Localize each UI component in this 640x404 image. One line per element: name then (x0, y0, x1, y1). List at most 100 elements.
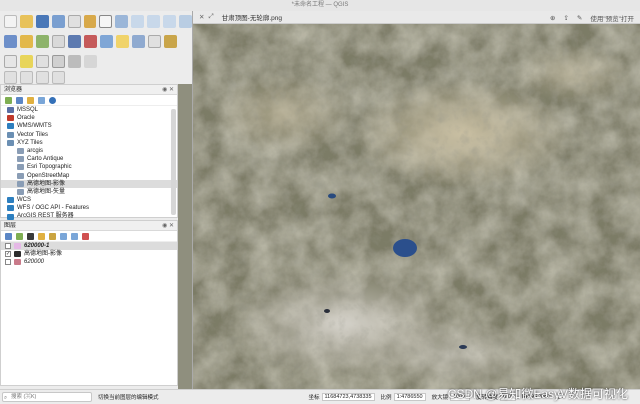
open-styling-icon[interactable] (5, 232, 12, 240)
attribute-table-icon[interactable] (52, 54, 65, 68)
coordinate-label: 坐标 (308, 395, 320, 401)
lake-qinghai (393, 239, 417, 257)
browser-item[interactable]: OpenStreetMap (1, 172, 177, 180)
panel-close-icon[interactable]: ◉ ✕ (162, 85, 174, 95)
layer-item[interactable]: ✓ 高德地图-影像 (1, 250, 177, 258)
remove-layer-icon[interactable] (82, 232, 89, 240)
browser-item-label: 高德地图-矢量 (27, 188, 65, 195)
browser-item[interactable]: WFS / OGC API - Features (1, 204, 177, 212)
browser-item[interactable]: Carto Antique (1, 155, 177, 163)
field-calculator-icon[interactable] (68, 54, 81, 68)
browser-item-label: WCS (17, 197, 31, 204)
browser-item-label: 高德地图-影像 (27, 180, 65, 187)
panel-close-icon[interactable]: ◉ ✕ (162, 221, 174, 231)
refresh-icon[interactable] (16, 96, 23, 104)
layer-visibility-checkbox[interactable] (5, 243, 11, 250)
browser-panel: 浏览器 ◉ ✕ MSSQL Oracle WMS/WMTS Vector Tiles X… (0, 84, 178, 220)
add-raster-icon[interactable] (36, 34, 49, 48)
layers-panel: 图层 ◉ ✕ 620000-1 ✓ 高德地图-影像 620000 (0, 220, 178, 386)
browser-item[interactable]: Vector Tiles (1, 131, 177, 139)
open-project-icon[interactable] (19, 14, 33, 28)
add-delimited-text-icon[interactable] (52, 34, 65, 48)
tile-icon (17, 188, 24, 195)
locator-search[interactable]: ⌕ 搜索 (⌘K) (2, 392, 92, 402)
add-group-icon[interactable] (16, 232, 23, 240)
browser-item[interactable]: MSSQL (1, 106, 177, 114)
collapse-all-icon[interactable] (71, 232, 78, 240)
label-tool-icon[interactable] (4, 70, 17, 84)
save-project-icon[interactable] (35, 14, 49, 28)
digitize-icon[interactable] (148, 34, 161, 48)
browser-scrollbar[interactable] (171, 109, 176, 215)
layer-visibility-checkbox[interactable] (5, 259, 11, 266)
layer-item[interactable]: 620000-1 (1, 242, 177, 251)
collapse-all-icon[interactable] (38, 96, 45, 104)
zoom-out-icon[interactable] (147, 14, 161, 28)
data-source-manager-icon[interactable] (4, 34, 17, 48)
browser-item[interactable]: WMS/WMTS (1, 122, 177, 130)
tile-icon (17, 156, 24, 163)
toggle-editing-icon[interactable] (116, 34, 129, 48)
expand-all-icon[interactable] (60, 232, 67, 240)
filter-icon[interactable] (27, 96, 34, 104)
select-features-icon[interactable] (20, 54, 33, 68)
identify-icon[interactable] (4, 54, 17, 68)
add-spatialite-icon[interactable] (68, 34, 81, 48)
measure-icon[interactable] (84, 54, 97, 68)
browser-item[interactable]: 高德地图-矢量 (1, 188, 177, 196)
markup-icon[interactable]: ✎ (577, 14, 582, 22)
style-manager-icon[interactable] (83, 14, 97, 28)
layer-tree: 620000-1 ✓ 高德地图-影像 620000 (1, 242, 177, 267)
oracle-icon (7, 115, 14, 122)
pan-to-selection-icon[interactable] (115, 14, 129, 28)
open-with-preview-button[interactable]: 使用"预览"打开 (590, 13, 634, 23)
browser-panel-title: 浏览器 (4, 87, 23, 93)
wcs-icon (7, 197, 14, 204)
browser-item[interactable]: 高德地图-影像 (1, 179, 177, 188)
add-wms-icon[interactable] (84, 34, 97, 48)
zoom-full-icon[interactable] (179, 14, 192, 28)
save-edits-icon[interactable] (132, 34, 145, 48)
browser-item[interactable]: Oracle (1, 114, 177, 122)
add-layer-icon[interactable] (5, 96, 12, 104)
search-icon: ⌕ (4, 395, 8, 401)
pan-hand-icon[interactable] (99, 14, 113, 28)
coordinate-field[interactable]: 11684723,4738335 (321, 393, 375, 401)
pin-label-icon[interactable] (20, 70, 33, 84)
add-virtual-layer-icon[interactable] (100, 34, 113, 48)
zoom-icon[interactable]: ⊕ (550, 14, 555, 22)
info-icon[interactable] (49, 96, 56, 104)
new-project-icon[interactable] (4, 14, 17, 28)
save-as-icon[interactable] (51, 14, 65, 28)
add-vector-icon[interactable] (20, 34, 33, 48)
filter-expression-icon[interactable] (49, 232, 56, 240)
status-message: 切换当前图层的编辑模式 (98, 395, 159, 401)
satellite-image (193, 24, 640, 389)
map-canvas[interactable] (178, 84, 192, 390)
browser-item-label: Carto Antique (27, 156, 64, 163)
scale-field[interactable]: 1:4786550 (393, 393, 426, 401)
preview-title: 甘肃顶图-无轮廓.png (221, 15, 282, 22)
rotate-label-icon[interactable] (36, 70, 49, 84)
manage-themes-icon[interactable] (27, 232, 34, 240)
terrain-detail (193, 24, 640, 389)
browser-item[interactable]: Esri Topographic (1, 163, 177, 171)
print-layout-icon[interactable] (67, 14, 81, 28)
zoom-native-icon[interactable] (163, 14, 177, 28)
layer-item[interactable]: 620000 (1, 258, 177, 266)
close-icon[interactable]: ✕ (199, 13, 204, 21)
change-label-icon[interactable] (52, 70, 65, 84)
browser-item-label: WFS / OGC API - Features (17, 205, 90, 212)
layer-visibility-checkbox[interactable]: ✓ (5, 251, 11, 258)
share-icon[interactable]: ⇪ (563, 14, 568, 22)
browser-item[interactable]: XYZ Tiles (1, 139, 177, 147)
browser-item[interactable]: arcgis (1, 147, 177, 155)
zoom-in-icon[interactable] (131, 14, 145, 28)
expand-icon[interactable]: ⤢ (208, 13, 213, 21)
mssql-icon (7, 107, 14, 114)
deselect-icon[interactable] (36, 54, 49, 68)
add-feature-icon[interactable] (164, 34, 177, 48)
tile-icon (17, 148, 24, 155)
filter-legend-icon[interactable] (38, 232, 45, 240)
browser-item[interactable]: WCS (1, 196, 177, 204)
